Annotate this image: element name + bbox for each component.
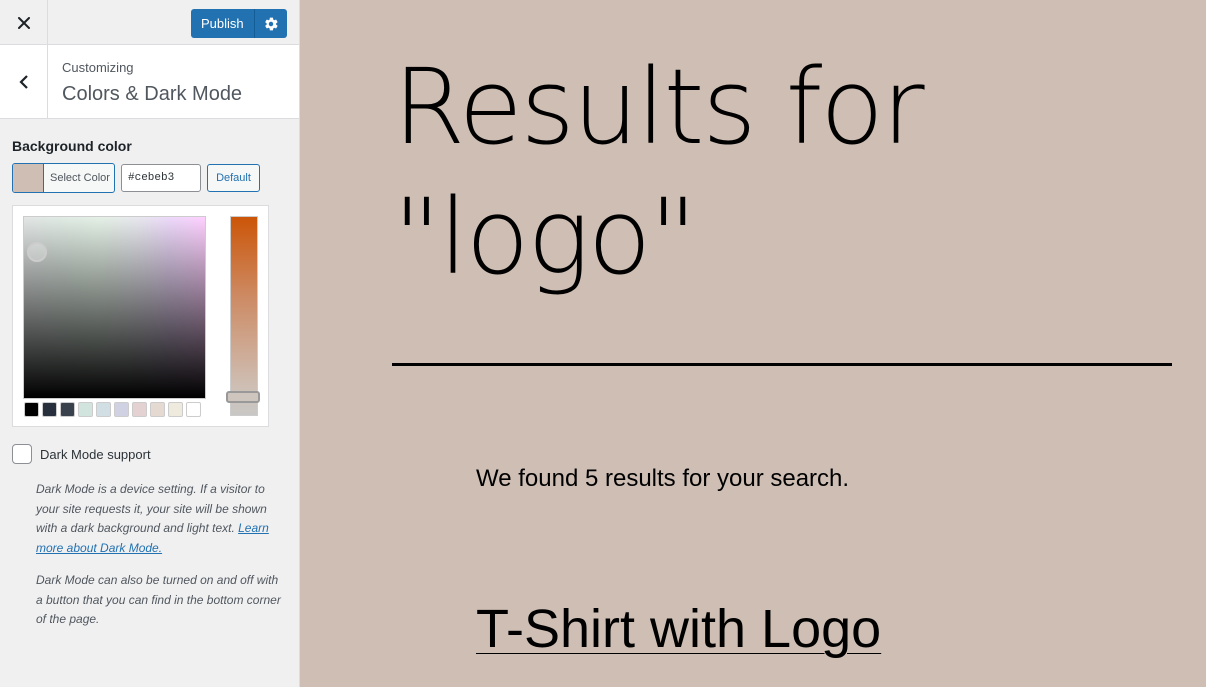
select-color-button[interactable]: Select Color	[12, 163, 115, 193]
palette-swatch[interactable]	[186, 402, 201, 417]
palette-swatch[interactable]	[60, 402, 75, 417]
palette-swatch[interactable]	[96, 402, 111, 417]
palette-swatch[interactable]	[114, 402, 129, 417]
search-result-count: We found 5 results for your search.	[476, 465, 850, 492]
close-customizer-button[interactable]	[0, 0, 48, 45]
close-icon	[17, 16, 30, 29]
customizer-header: Publish	[0, 0, 299, 45]
dark-mode-label: Dark Mode support	[40, 447, 151, 462]
chevron-left-icon	[18, 74, 28, 89]
dark-mode-description: Dark Mode is a device setting. If a visi…	[36, 480, 288, 558]
heading-separator	[392, 363, 1172, 366]
search-results-heading: Results for "logo"	[393, 46, 925, 298]
hex-color-input[interactable]	[121, 164, 201, 192]
section-header: Customizing Colors & Dark Mode	[0, 45, 299, 119]
dark-mode-description-text: Dark Mode is a device setting. If a visi…	[36, 482, 267, 535]
saturation-area[interactable]	[23, 216, 206, 399]
color-picker	[12, 205, 269, 427]
current-color-swatch	[13, 164, 44, 192]
saturation-handle[interactable]	[27, 242, 47, 262]
section-title: Colors & Dark Mode	[62, 83, 243, 105]
palette-swatch[interactable]	[42, 402, 57, 417]
color-palette	[24, 402, 201, 417]
palette-swatch[interactable]	[132, 402, 147, 417]
palette-swatch[interactable]	[150, 402, 165, 417]
back-button[interactable]	[0, 45, 48, 118]
hue-slider-handle[interactable]	[226, 391, 260, 403]
section-breadcrumb: Customizing	[62, 60, 134, 75]
palette-swatch[interactable]	[168, 402, 183, 417]
publish-button-group: Publish	[191, 9, 287, 38]
hue-slider[interactable]	[230, 216, 258, 416]
publish-settings-button[interactable]	[254, 9, 287, 38]
default-color-button[interactable]: Default	[207, 164, 260, 192]
palette-swatch[interactable]	[78, 402, 93, 417]
select-color-label: Select Color	[50, 172, 110, 184]
publish-button[interactable]: Publish	[191, 9, 255, 38]
gear-icon	[264, 17, 278, 30]
dark-mode-checkbox[interactable]	[12, 444, 32, 464]
palette-swatch[interactable]	[24, 402, 39, 417]
background-color-label: Background color	[12, 138, 132, 154]
post-title-link[interactable]: T-Shirt with Logo	[476, 598, 881, 660]
customizer-sidebar: Publish Customizing Colors & Dark Mode B…	[0, 0, 300, 687]
site-preview: Results for "logo" We found 5 results fo…	[300, 0, 1206, 687]
dark-mode-toggle-description: Dark Mode can also be turned on and off …	[36, 573, 281, 626]
